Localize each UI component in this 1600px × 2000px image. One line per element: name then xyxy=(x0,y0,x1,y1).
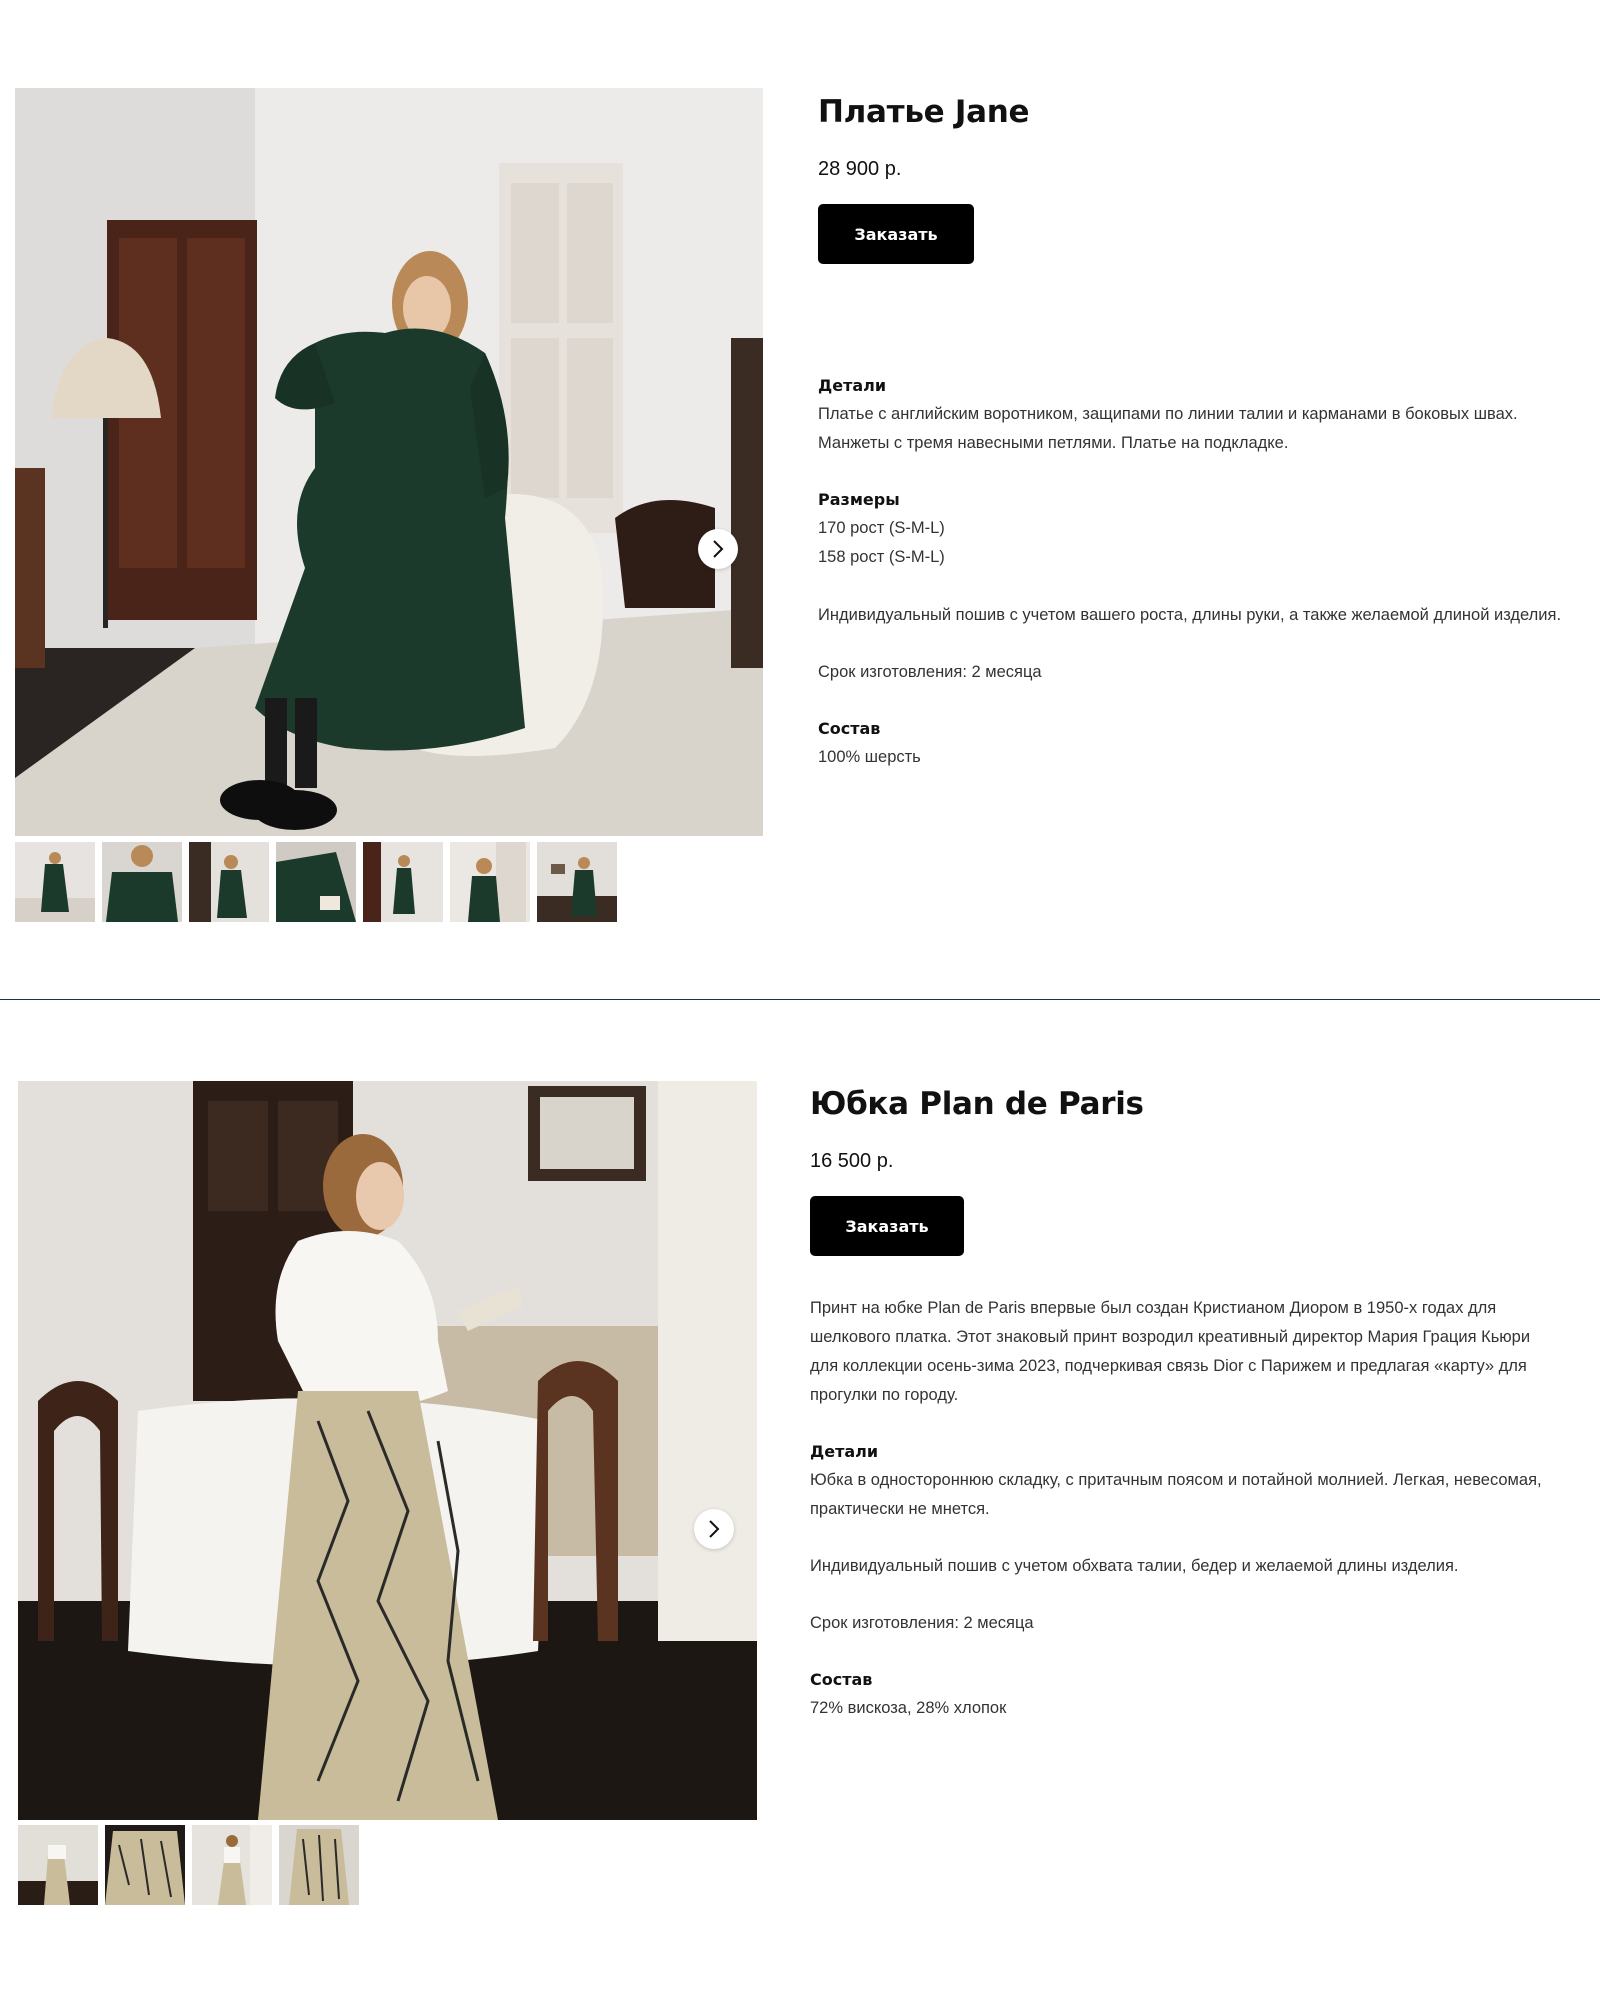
size-option: 170 рост (S-M-L) xyxy=(818,519,945,537)
custom-tailoring-note: Индивидуальный пошив с учетом обхвата та… xyxy=(810,1557,1459,1575)
thumbnail-image xyxy=(192,1825,272,1905)
thumbnail-image xyxy=(450,842,530,922)
thumbnail[interactable] xyxy=(192,1825,272,1905)
composition-value: 72% вискоза, 28% хлопок xyxy=(810,1699,1007,1717)
lead-time: Срок изготовления: 2 месяца xyxy=(810,1614,1034,1632)
order-button[interactable]: Заказать xyxy=(818,204,974,264)
product-title: Юбка Plan de Paris xyxy=(810,1086,1144,1122)
thumbnail[interactable] xyxy=(363,842,443,922)
intro-line: Принт на юбке Plan de Paris впервые был … xyxy=(810,1299,1497,1317)
skirt-photo-illustration xyxy=(18,1081,757,1820)
product-description: Принт на юбке Plan de Paris впервые был … xyxy=(810,1294,1570,1723)
thumbnail[interactable] xyxy=(102,842,182,922)
custom-tailoring-note: Индивидуальный пошив с учетом вашего рос… xyxy=(818,606,1562,624)
thumbnail-image xyxy=(15,842,95,922)
thumbnail[interactable] xyxy=(276,842,356,922)
dress-photo-illustration xyxy=(15,88,763,836)
thumbnail[interactable] xyxy=(189,842,269,922)
composition-value: 100% шерсть xyxy=(818,748,921,766)
thumbnail-image xyxy=(189,842,269,922)
order-button[interactable]: Заказать xyxy=(810,1196,964,1256)
composition-heading: Состав xyxy=(810,1670,873,1689)
product-main-photo[interactable] xyxy=(15,88,763,836)
chevron-right-icon xyxy=(713,540,724,558)
photo-thumbnails xyxy=(18,1825,359,1905)
product-card-jane: Платье Jane 28 900 р. Заказать Детали Пл… xyxy=(0,0,1600,999)
sizes-heading: Размеры xyxy=(818,490,900,509)
thumbnail[interactable] xyxy=(18,1825,98,1905)
product-title: Платье Jane xyxy=(818,94,1030,130)
thumbnail-image xyxy=(276,842,356,922)
product-main-photo[interactable] xyxy=(18,1081,757,1820)
product-card-plan-de-paris: Юбка Plan de Paris 16 500 р. Заказать Пр… xyxy=(0,1000,1600,2000)
next-photo-button[interactable] xyxy=(698,529,738,569)
product-info: Юбка Plan de Paris 16 500 р. Заказать Пр… xyxy=(810,1080,1570,1723)
intro-line: прогулки по городу. xyxy=(810,1386,959,1404)
chevron-right-icon xyxy=(709,1520,720,1538)
details-line: Юбка в одностороннюю складку, с притачны… xyxy=(810,1471,1542,1489)
intro-line: для коллекции осень-зима 2023, подчеркив… xyxy=(810,1357,1527,1375)
thumbnail-image xyxy=(537,842,617,922)
thumbnail-image xyxy=(102,842,182,922)
thumbnail[interactable] xyxy=(279,1825,359,1905)
thumbnail-image xyxy=(18,1825,98,1905)
thumbnail[interactable] xyxy=(537,842,617,922)
lead-time: Срок изготовления: 2 месяца xyxy=(818,663,1042,681)
product-price: 28 900 р. xyxy=(818,158,902,180)
next-photo-button[interactable] xyxy=(694,1509,734,1549)
thumbnail[interactable] xyxy=(450,842,530,922)
details-heading: Детали xyxy=(810,1442,879,1461)
details-line: Манжеты с тремя навесными петлями. Плать… xyxy=(818,434,1289,452)
thumbnail-image xyxy=(105,1825,185,1905)
details-heading: Детали xyxy=(818,376,887,395)
photo-thumbnails xyxy=(15,842,617,922)
thumbnail[interactable] xyxy=(105,1825,185,1905)
thumbnail[interactable] xyxy=(15,842,95,922)
product-description: Детали Платье с английским воротником, з… xyxy=(818,372,1578,772)
product-info: Платье Jane 28 900 р. Заказать Детали Пл… xyxy=(818,88,1578,766)
intro-line: шелкового платка. Этот знаковый принт во… xyxy=(810,1328,1531,1346)
details-line: практически не мнется. xyxy=(810,1500,990,1518)
thumbnail-image xyxy=(279,1825,359,1905)
composition-heading: Состав xyxy=(818,719,881,738)
size-option: 158 рост (S-M-L) xyxy=(818,548,945,566)
thumbnail-image xyxy=(363,842,443,922)
details-line: Платье с английским воротником, защипами… xyxy=(818,405,1518,423)
product-price: 16 500 р. xyxy=(810,1150,894,1172)
